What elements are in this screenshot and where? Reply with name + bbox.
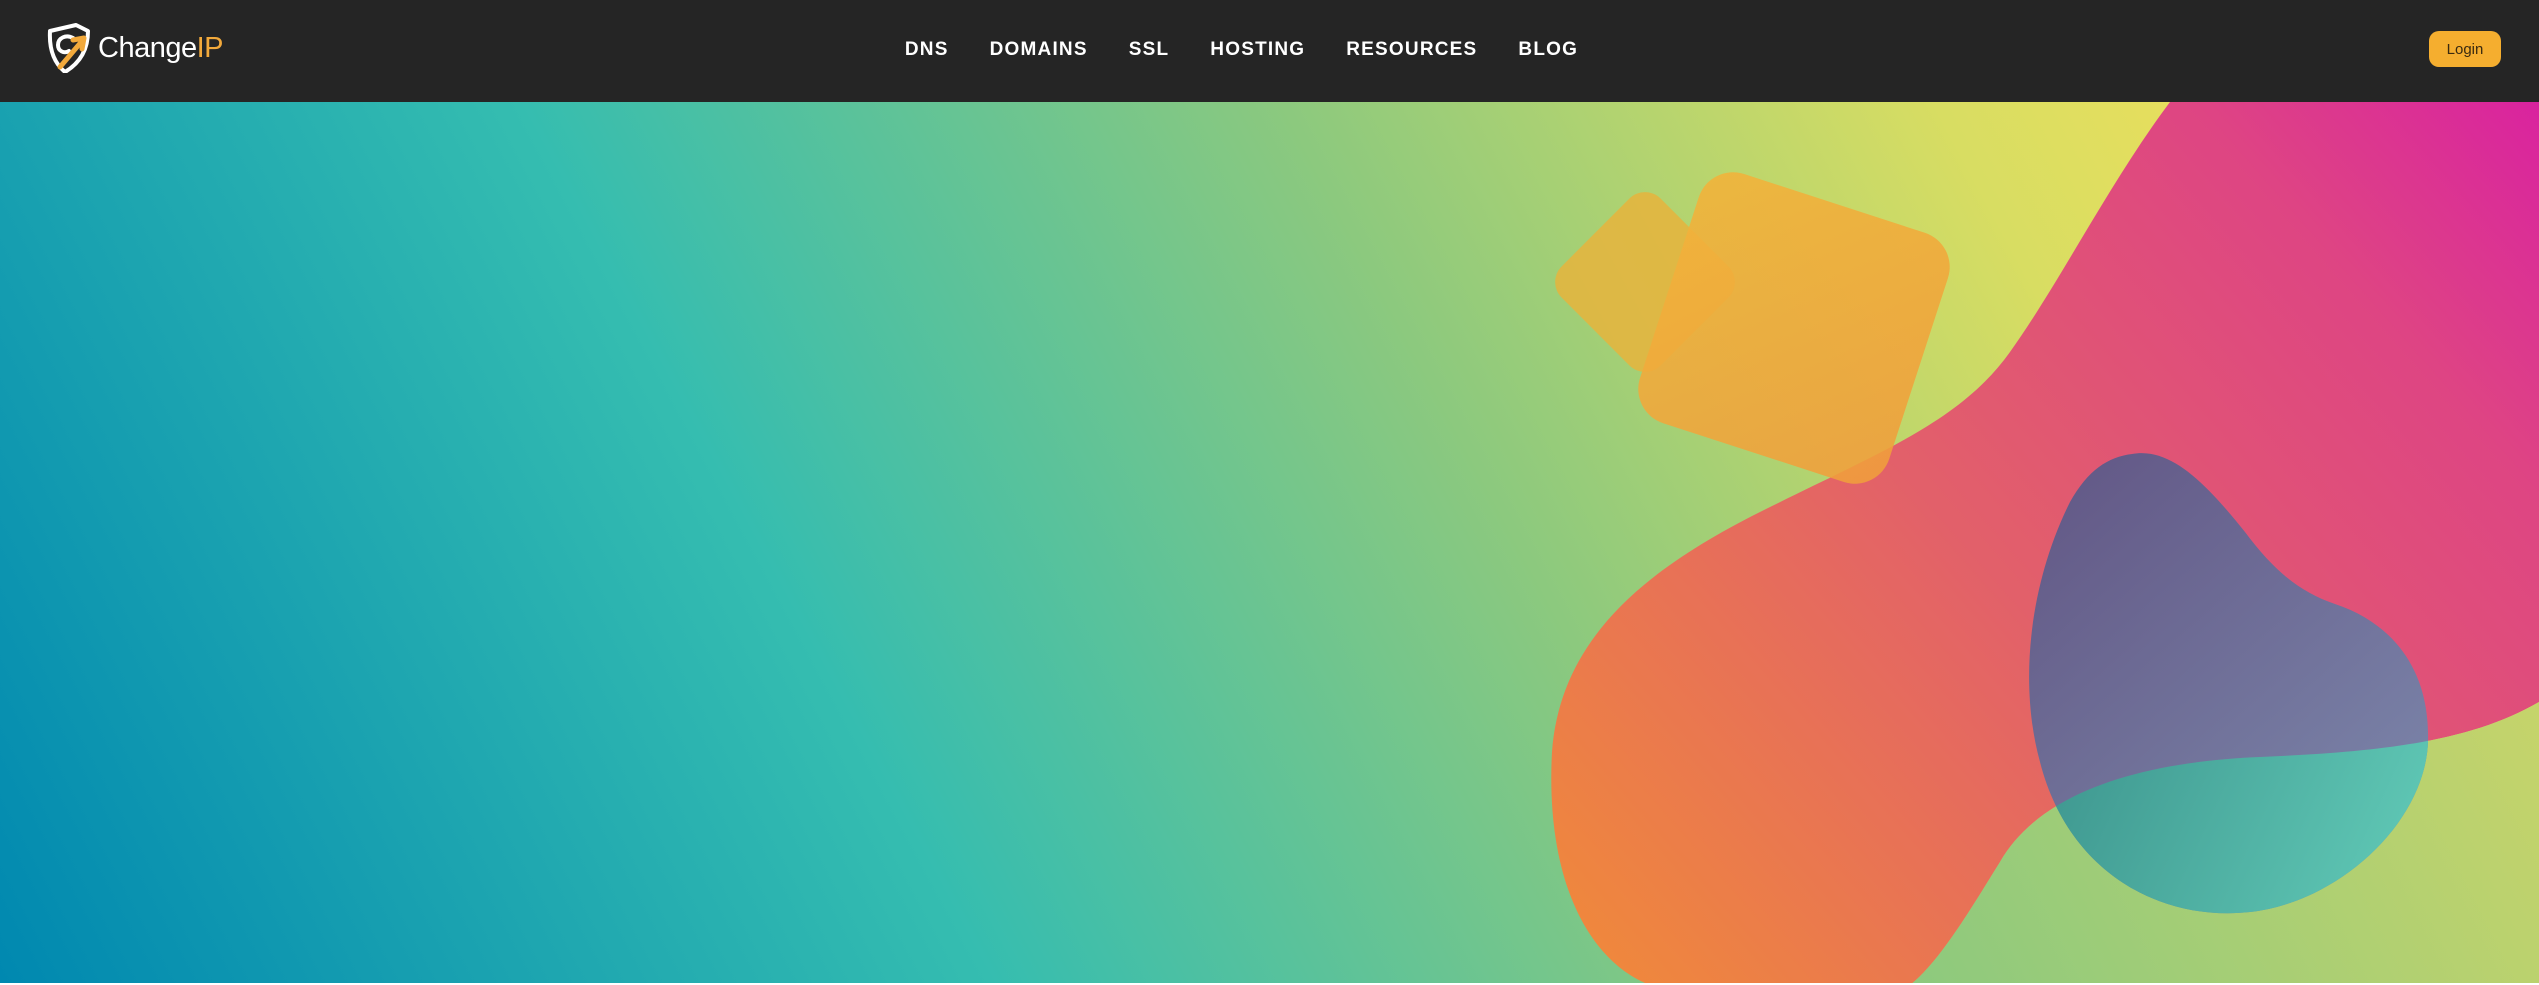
login-button[interactable]: Login (2429, 31, 2501, 67)
nav-item-domains[interactable]: DOMAINS (990, 39, 1088, 61)
logo-wordmark: ChangeIP (98, 31, 224, 64)
hero-banner (0, 102, 2539, 985)
nav-item-blog[interactable]: BLOG (1518, 39, 1578, 61)
hero-background-illustration (0, 102, 2539, 985)
nav-item-ssl[interactable]: SSL (1129, 39, 1170, 61)
shield-logo-icon (47, 23, 90, 73)
nav-item-dns[interactable]: DNS (905, 39, 949, 61)
nav-item-resources[interactable]: RESOURCES (1346, 39, 1477, 61)
logo-text-accent: IP (196, 31, 224, 64)
top-navigation-bar: ChangeIP DNS DOMAINS SSL HOSTING RESOURC… (0, 0, 2539, 102)
logo-text-main: Change (98, 31, 197, 64)
changeip-logo[interactable]: ChangeIP (46, 22, 224, 74)
nav-item-hosting[interactable]: HOSTING (1210, 39, 1305, 61)
main-nav: DNS DOMAINS SSL HOSTING RESOURCES BLOG (0, 0, 2539, 100)
